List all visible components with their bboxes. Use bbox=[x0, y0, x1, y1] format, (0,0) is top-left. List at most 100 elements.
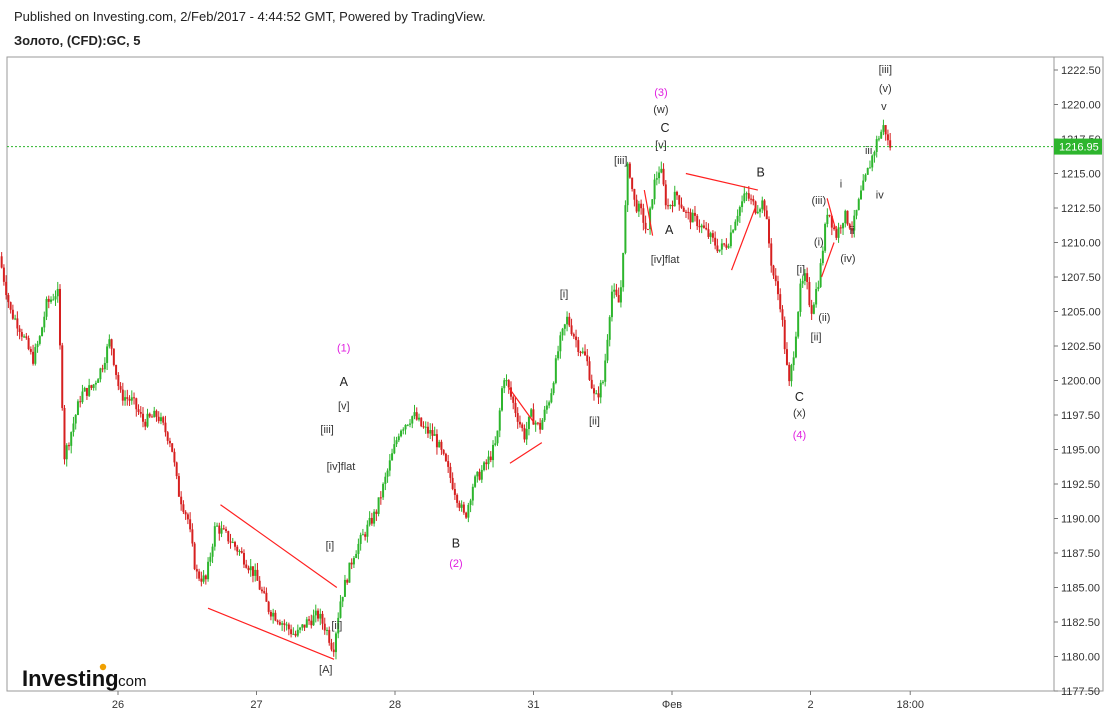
wave-label: (iv) bbox=[840, 253, 855, 265]
candle-body bbox=[779, 294, 782, 310]
wave-label: (v) bbox=[879, 83, 892, 95]
candle-body bbox=[523, 428, 526, 440]
candle-body bbox=[191, 529, 194, 544]
candle-body bbox=[72, 423, 75, 433]
candle-body bbox=[278, 622, 281, 625]
candle-body bbox=[85, 387, 88, 396]
candle-body bbox=[503, 380, 506, 389]
candle-body bbox=[667, 205, 670, 207]
candle-body bbox=[294, 633, 297, 636]
candle-body bbox=[14, 318, 17, 320]
candle-body bbox=[572, 334, 575, 337]
candle-body bbox=[745, 193, 748, 195]
candle-body bbox=[785, 349, 788, 365]
candle-body bbox=[678, 195, 681, 205]
plot-frame bbox=[6, 56, 1055, 692]
candle-body bbox=[417, 417, 420, 420]
candle-body bbox=[36, 343, 39, 348]
candle-body bbox=[696, 215, 699, 227]
candle-body bbox=[635, 199, 638, 212]
wave-label: B bbox=[452, 536, 460, 550]
candle-body bbox=[788, 364, 791, 382]
wave-label: [i] bbox=[797, 264, 806, 276]
candle-body bbox=[251, 566, 254, 576]
candle-body bbox=[725, 244, 728, 248]
candle-body bbox=[752, 198, 755, 202]
candle-body bbox=[110, 339, 113, 349]
candle-body bbox=[516, 413, 519, 422]
candlestick-chart[interactable]: 1222.501220.001217.501215.001212.501210.… bbox=[0, 0, 1110, 720]
candle-body bbox=[727, 246, 730, 248]
candle-body bbox=[857, 199, 860, 210]
candle-body bbox=[871, 155, 874, 168]
candle-body bbox=[590, 379, 593, 389]
candle-body bbox=[676, 191, 679, 196]
candle-body bbox=[281, 623, 284, 625]
wave-label: (w) bbox=[653, 104, 668, 116]
candle-body bbox=[489, 456, 492, 461]
candle-body bbox=[204, 575, 207, 580]
candle-body bbox=[552, 382, 555, 394]
candle-body bbox=[844, 210, 847, 224]
candle-body bbox=[334, 633, 337, 653]
candle-body bbox=[74, 414, 77, 424]
candle-body bbox=[413, 412, 416, 417]
candle-body bbox=[32, 351, 35, 364]
candle-body bbox=[106, 346, 109, 363]
candle-body bbox=[388, 460, 391, 471]
candle-body bbox=[774, 275, 777, 282]
candle-body bbox=[258, 580, 261, 590]
candle-body bbox=[633, 188, 636, 200]
candle-body bbox=[76, 401, 79, 415]
candle-body bbox=[303, 624, 306, 628]
candle-body bbox=[382, 483, 385, 498]
candle-body bbox=[714, 237, 717, 246]
candle-body bbox=[494, 443, 497, 445]
candle-body bbox=[880, 131, 883, 139]
candle-body bbox=[343, 579, 346, 597]
candle-body bbox=[242, 552, 245, 565]
candle-body bbox=[128, 398, 131, 401]
y-tick-label: 1187.50 bbox=[1061, 548, 1100, 560]
candle-body bbox=[142, 413, 145, 422]
y-tick-label: 1200.00 bbox=[1061, 376, 1101, 388]
candle-body bbox=[716, 245, 719, 252]
candle-body bbox=[45, 298, 48, 317]
candle-body bbox=[52, 299, 55, 301]
candle-body bbox=[409, 423, 412, 425]
candle-body bbox=[88, 385, 91, 396]
candle-body bbox=[384, 476, 387, 484]
candle-body bbox=[689, 212, 692, 223]
candle-body bbox=[797, 311, 800, 337]
y-tick-label: 1177.50 bbox=[1061, 686, 1100, 698]
candle-body bbox=[355, 553, 358, 558]
candle-body bbox=[16, 318, 19, 329]
candle-body bbox=[597, 393, 600, 398]
candle-body bbox=[828, 214, 831, 216]
y-tick-label: 1192.50 bbox=[1061, 479, 1100, 491]
candle-body bbox=[265, 592, 268, 602]
candle-body bbox=[628, 163, 631, 178]
wave-label: (4) bbox=[793, 429, 806, 441]
candle-body bbox=[447, 461, 450, 467]
candle-body bbox=[440, 441, 443, 450]
candle-body bbox=[579, 351, 582, 353]
candle-body bbox=[171, 443, 174, 452]
candle-body bbox=[570, 325, 573, 335]
wave-label: [ii] bbox=[811, 331, 822, 343]
candle-body bbox=[539, 422, 542, 430]
candle-body bbox=[568, 316, 571, 326]
candle-body bbox=[386, 470, 389, 477]
candle-body bbox=[90, 385, 93, 388]
candle-body bbox=[624, 205, 627, 253]
wave-label: (x) bbox=[793, 407, 806, 419]
chart-area[interactable]: 1222.501220.001217.501215.001212.501210.… bbox=[0, 0, 1110, 720]
candle-body bbox=[231, 542, 234, 544]
candle-body bbox=[290, 629, 293, 635]
wave-label: [A] bbox=[319, 664, 332, 676]
y-tick-label: 1190.00 bbox=[1061, 514, 1100, 526]
candle-body bbox=[207, 561, 210, 580]
candle-body bbox=[341, 596, 344, 602]
candle-body bbox=[763, 200, 766, 211]
candle-body bbox=[868, 167, 871, 169]
